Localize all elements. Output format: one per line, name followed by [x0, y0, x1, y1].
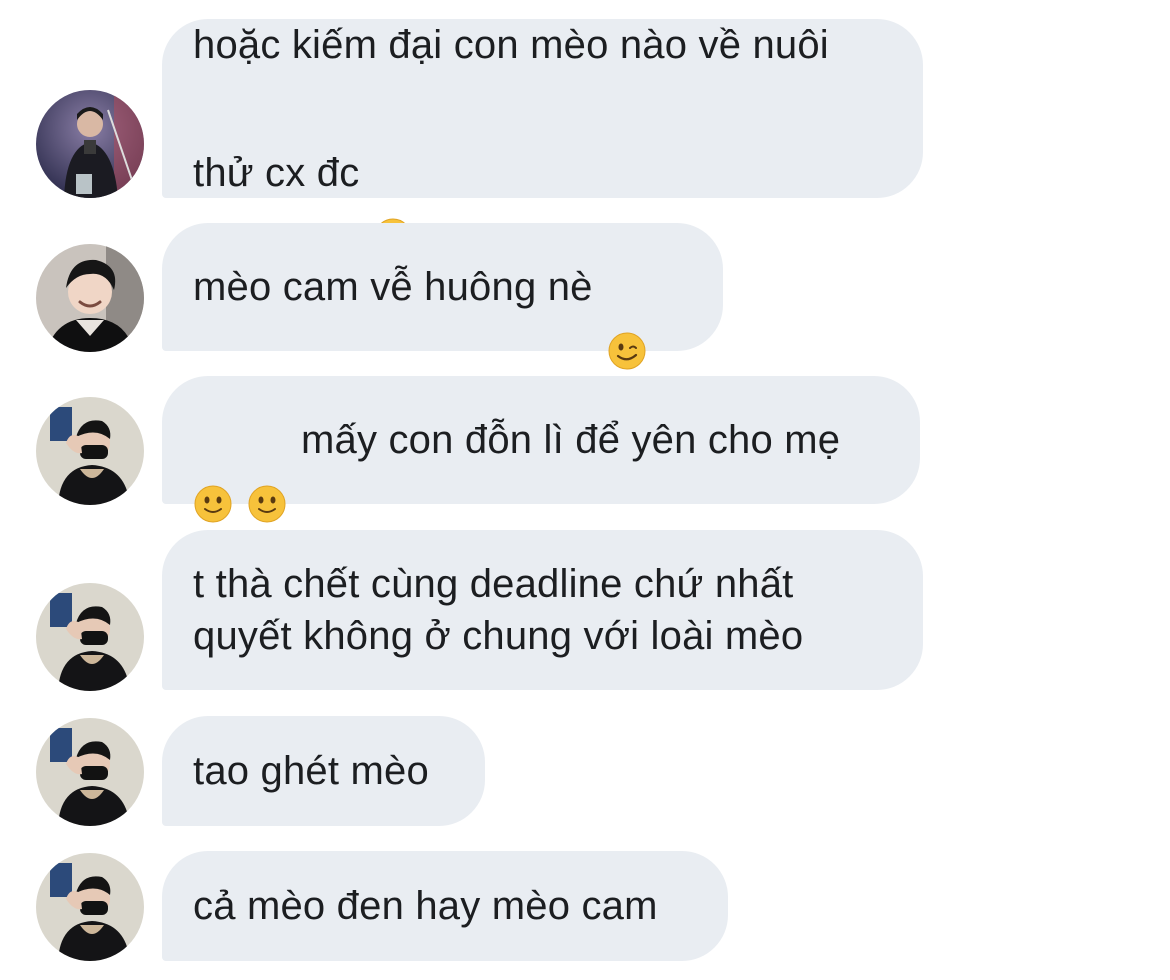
avatar-photo-icon: [36, 583, 144, 691]
sender-avatar[interactable]: [36, 853, 144, 961]
message-text: tao ghét mèo: [193, 749, 429, 793]
avatar-photo-icon: [36, 244, 144, 352]
avatar-photo-icon: [36, 853, 144, 961]
message-bubble[interactable]: hoặc kiếm đại con mèo nào về nuôi thử cx…: [162, 19, 923, 255]
message-text: mèo cam vễ huông nè: [193, 255, 647, 370]
avatar-photo-icon: [36, 90, 144, 198]
sender-avatar[interactable]: [36, 90, 144, 198]
sender-avatar[interactable]: [36, 244, 144, 352]
face-with-hand-over-mouth-icon: [373, 153, 413, 255]
slightly-smiling-face-icon: [247, 420, 287, 523]
slightly-smiling-face-icon: [193, 420, 233, 523]
message-text: t thà chết cùng deadline chứ nhất quyết …: [193, 562, 804, 658]
sender-avatar[interactable]: [36, 718, 144, 826]
message-line: mèo cam vễ huông nè: [193, 265, 593, 309]
message-bubble[interactable]: tao ghét mèo: [162, 716, 485, 826]
message-line: thử cx đc: [193, 150, 360, 195]
message-line: hoặc kiếm đại con mèo nào về nuôi: [193, 22, 829, 67]
winking-face-icon: [607, 267, 647, 370]
message-text: mấy con đỗn lì để yên cho mẹ: [193, 408, 841, 523]
avatar-photo-icon: [36, 397, 144, 505]
avatar-photo-icon: [36, 718, 144, 826]
message-bubble[interactable]: mấy con đỗn lì để yên cho mẹ: [162, 376, 920, 523]
sender-avatar[interactable]: [36, 397, 144, 505]
message-bubble[interactable]: t thà chết cùng deadline chứ nhất quyết …: [162, 530, 923, 690]
message-line: mấy con đỗn lì để yên cho mẹ: [301, 418, 841, 462]
sender-avatar[interactable]: [36, 583, 144, 691]
message-bubble[interactable]: cả mèo đen hay mèo cam: [162, 851, 728, 961]
message-bubble[interactable]: mèo cam vễ huông nè: [162, 223, 723, 370]
message-text: cả mèo đen hay mèo cam: [193, 884, 658, 928]
